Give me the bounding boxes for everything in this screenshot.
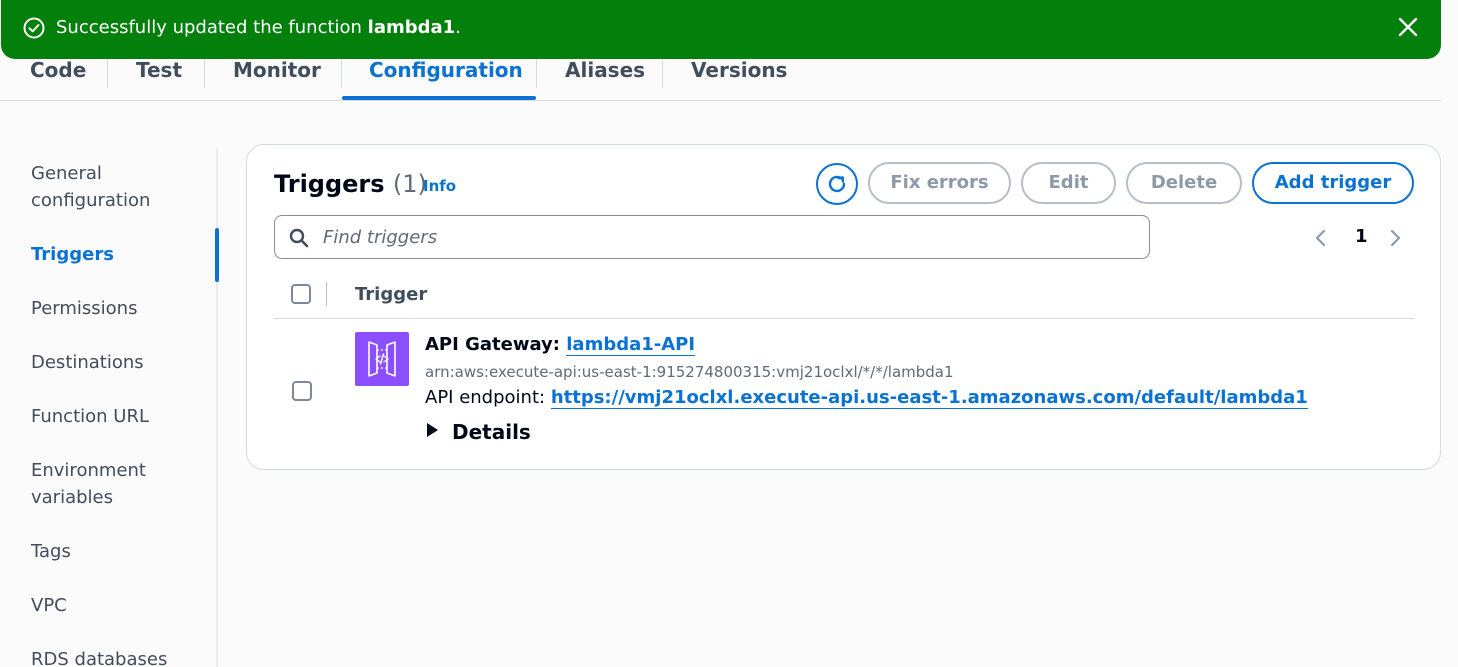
sidebar-item-vpc[interactable]: VPC xyxy=(31,592,206,619)
column-header-trigger: Trigger xyxy=(355,284,428,305)
caret-right-icon xyxy=(427,423,438,437)
info-link[interactable]: Info xyxy=(423,177,456,195)
column-divider xyxy=(326,282,327,306)
search-input[interactable] xyxy=(323,224,1133,250)
table-header: Trigger xyxy=(274,275,1414,319)
triggers-count: (1) xyxy=(392,170,427,198)
select-all-checkbox[interactable] xyxy=(291,284,311,304)
tab-monitor[interactable]: Monitor xyxy=(233,58,321,82)
tab-test[interactable]: Test xyxy=(136,58,182,82)
refresh-button[interactable] xyxy=(816,163,858,205)
sidebar-item-environment-variables[interactable]: Environment variables xyxy=(31,457,181,511)
add-trigger-button[interactable]: Add trigger xyxy=(1252,162,1414,204)
tab-aliases[interactable]: Aliases xyxy=(565,58,645,82)
lambda-console: Code Test Monitor Configuration Aliases … xyxy=(0,0,1458,667)
delete-button[interactable]: Delete xyxy=(1126,162,1242,204)
chevron-left-icon[interactable] xyxy=(1314,229,1326,247)
api-endpoint-label: API endpoint: xyxy=(425,387,551,408)
sidebar-item-general-configuration[interactable]: General configuration xyxy=(31,160,206,214)
success-check-icon xyxy=(23,17,45,39)
find-triggers-search xyxy=(274,215,1150,259)
trigger-service: API Gateway: xyxy=(425,334,567,355)
flash-function-name: lambda1 xyxy=(367,17,456,38)
trigger-name-link[interactable]: lambda1-API xyxy=(566,334,696,356)
flash-message-suffix: . xyxy=(455,17,461,38)
search-icon xyxy=(289,228,309,248)
chevron-right-icon[interactable] xyxy=(1390,229,1402,247)
row-checkbox[interactable] xyxy=(292,381,312,401)
api-gateway-icon xyxy=(355,332,409,386)
sidebar-item-destinations[interactable]: Destinations xyxy=(31,349,206,376)
trigger-arn: arn:aws:execute-api:us-east-1:9152748003… xyxy=(425,363,954,381)
active-tab-indicator xyxy=(342,96,536,100)
tab-configuration[interactable]: Configuration xyxy=(369,58,523,82)
sidebar-item-rds-databases[interactable]: RDS databases xyxy=(31,646,206,667)
fix-errors-button[interactable]: Fix errors xyxy=(868,162,1011,204)
refresh-icon xyxy=(828,175,846,193)
sidebar-item-permissions[interactable]: Permissions xyxy=(31,295,206,322)
flash-message-prefix: Successfully updated the function xyxy=(56,17,368,38)
current-page[interactable]: 1 xyxy=(1355,225,1368,249)
tab-code[interactable]: Code xyxy=(30,58,86,82)
triggers-title: Triggers xyxy=(274,170,385,198)
configuration-sidenav: General configuration Triggers Permissio… xyxy=(0,146,220,667)
sidenav-active-indicator xyxy=(215,228,219,282)
tab-versions[interactable]: Versions xyxy=(691,58,787,82)
sidebar-item-triggers[interactable]: Triggers xyxy=(31,241,206,268)
triggers-panel: Triggers (1) Info Fix errors Edit Delete… xyxy=(246,144,1441,470)
success-flashbar: Successfully updated the function lambda… xyxy=(1,0,1441,59)
flash-message: Successfully updated the function lambda… xyxy=(56,16,461,40)
sidenav-rail xyxy=(216,148,218,667)
sidebar-item-tags[interactable]: Tags xyxy=(31,538,206,565)
sidebar-item-function-url[interactable]: Function URL xyxy=(31,403,206,430)
details-label: Details xyxy=(452,420,531,444)
api-endpoint: API endpoint: https://vmj21oclxl.execute… xyxy=(425,385,1308,411)
panel-title: Triggers (1) xyxy=(274,169,427,199)
api-endpoint-link[interactable]: https://vmj21oclxl.execute-api.us-east-1… xyxy=(550,387,1308,409)
close-icon[interactable] xyxy=(1396,15,1420,39)
trigger-title: API Gateway: lambda1-API xyxy=(425,333,696,357)
edit-button[interactable]: Edit xyxy=(1021,162,1116,204)
details-expander[interactable]: Details xyxy=(427,419,531,445)
